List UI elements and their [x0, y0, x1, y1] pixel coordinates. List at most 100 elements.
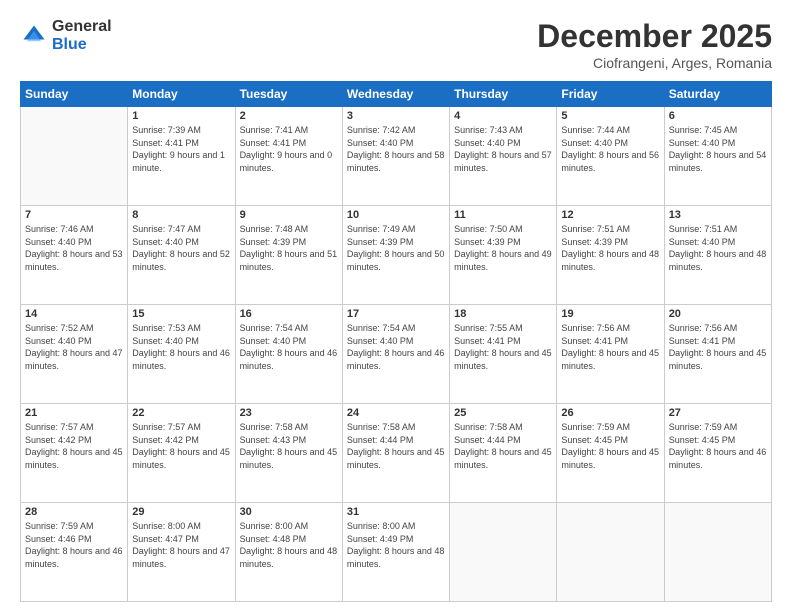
day-detail: Sunrise: 7:48 AMSunset: 4:39 PMDaylight:…	[240, 223, 338, 273]
calendar-cell	[557, 503, 664, 602]
day-detail: Sunrise: 7:57 AMSunset: 4:42 PMDaylight:…	[25, 421, 123, 471]
calendar-cell: 3Sunrise: 7:42 AMSunset: 4:40 PMDaylight…	[342, 107, 449, 206]
col-saturday: Saturday	[664, 82, 771, 107]
day-number: 22	[132, 407, 230, 419]
daylight: Daylight: 8 hours and 45 minutes.	[25, 446, 123, 471]
calendar-header-row: Sunday Monday Tuesday Wednesday Thursday…	[21, 82, 772, 107]
day-detail: Sunrise: 7:44 AMSunset: 4:40 PMDaylight:…	[561, 124, 659, 174]
calendar-cell: 25Sunrise: 7:58 AMSunset: 4:44 PMDayligh…	[450, 404, 557, 503]
day-detail: Sunrise: 7:54 AMSunset: 4:40 PMDaylight:…	[240, 322, 338, 372]
calendar-cell: 9 Sunrise: 7:48 AMSunset: 4:39 PMDaylight…	[235, 206, 342, 305]
day-detail: Sunrise: 8:00 AMSunset: 4:47 PMDaylight:…	[132, 520, 230, 570]
day-detail: Sunrise: 8:00 AMSunset: 4:49 PMDaylight:…	[347, 520, 445, 570]
daylight: Daylight: 8 hours and 48 minutes.	[347, 545, 445, 570]
col-sunday: Sunday	[21, 82, 128, 107]
sunrise: Sunrise: 7:42 AM	[347, 124, 445, 137]
sunset: Sunset: 4:41 PM	[669, 335, 767, 348]
sunset: Sunset: 4:40 PM	[25, 335, 123, 348]
sunrise: Sunrise: 8:00 AM	[132, 520, 230, 533]
day-number: 18	[454, 308, 552, 320]
day-number: 23	[240, 407, 338, 419]
sunset: Sunset: 4:39 PM	[240, 236, 338, 249]
day-number: 20	[669, 308, 767, 320]
sunset: Sunset: 4:44 PM	[347, 434, 445, 447]
day-detail: Sunrise: 7:47 AMSunset: 4:40 PMDaylight:…	[132, 223, 230, 273]
daylight: Daylight: 8 hours and 54 minutes.	[669, 149, 767, 174]
month-title: December 2025	[537, 18, 772, 55]
day-detail: Sunrise: 7:45 AMSunset: 4:40 PMDaylight:…	[669, 124, 767, 174]
daylight: Daylight: 8 hours and 45 minutes.	[132, 446, 230, 471]
day-number: 29	[132, 506, 230, 518]
daylight: Daylight: 9 hours and 1 minute.	[132, 149, 230, 174]
daylight: Daylight: 8 hours and 53 minutes.	[25, 248, 123, 273]
daylight: Daylight: 8 hours and 45 minutes.	[561, 347, 659, 372]
calendar-cell: 30Sunrise: 8:00 AMSunset: 4:48 PMDayligh…	[235, 503, 342, 602]
day-number: 2	[240, 110, 338, 122]
sunrise: Sunrise: 7:57 AM	[132, 421, 230, 434]
daylight: Daylight: 8 hours and 46 minutes.	[240, 347, 338, 372]
daylight: Daylight: 8 hours and 45 minutes.	[454, 446, 552, 471]
day-detail: Sunrise: 7:43 AMSunset: 4:40 PMDaylight:…	[454, 124, 552, 174]
sunset: Sunset: 4:40 PM	[669, 137, 767, 150]
day-number: 3	[347, 110, 445, 122]
sunrise: Sunrise: 7:58 AM	[454, 421, 552, 434]
daylight: Daylight: 8 hours and 49 minutes.	[454, 248, 552, 273]
daylight: Daylight: 8 hours and 45 minutes.	[240, 446, 338, 471]
day-number: 14	[25, 308, 123, 320]
daylight: Daylight: 8 hours and 48 minutes.	[669, 248, 767, 273]
sunset: Sunset: 4:46 PM	[25, 533, 123, 546]
calendar-cell: 7Sunrise: 7:46 AMSunset: 4:40 PMDaylight…	[21, 206, 128, 305]
sunrise: Sunrise: 7:59 AM	[561, 421, 659, 434]
col-tuesday: Tuesday	[235, 82, 342, 107]
sunset: Sunset: 4:45 PM	[561, 434, 659, 447]
sunrise: Sunrise: 7:53 AM	[132, 322, 230, 335]
calendar-cell: 12 Sunrise: 7:51 AMSunset: 4:39 PMDayligh…	[557, 206, 664, 305]
calendar-cell: 10Sunrise: 7:49 AMSunset: 4:39 PMDayligh…	[342, 206, 449, 305]
calendar-cell: 11 Sunrise: 7:50 AMSunset: 4:39 PMDayligh…	[450, 206, 557, 305]
calendar-week-row: 7Sunrise: 7:46 AMSunset: 4:40 PMDaylight…	[21, 206, 772, 305]
sunset: Sunset: 4:40 PM	[347, 137, 445, 150]
sunset: Sunset: 4:42 PM	[132, 434, 230, 447]
day-detail: Sunrise: 7:56 AMSunset: 4:41 PMDaylight:…	[561, 322, 659, 372]
day-number: 11	[454, 209, 552, 221]
day-number: 5	[561, 110, 659, 122]
sunset: Sunset: 4:42 PM	[25, 434, 123, 447]
sunset: Sunset: 4:48 PM	[240, 533, 338, 546]
calendar-cell: 29 Sunrise: 8:00 AMSunset: 4:47 PMDayligh…	[128, 503, 235, 602]
calendar-cell: 18Sunrise: 7:55 AMSunset: 4:41 PMDayligh…	[450, 305, 557, 404]
sunrise: Sunrise: 7:54 AM	[240, 322, 338, 335]
sunset: Sunset: 4:40 PM	[25, 236, 123, 249]
sunset: Sunset: 4:40 PM	[561, 137, 659, 150]
day-number: 8	[132, 209, 230, 221]
calendar-cell	[664, 503, 771, 602]
sunrise: Sunrise: 7:52 AM	[25, 322, 123, 335]
sunrise: Sunrise: 7:57 AM	[25, 421, 123, 434]
sunrise: Sunrise: 7:55 AM	[454, 322, 552, 335]
calendar-cell: 1Sunrise: 7:39 AMSunset: 4:41 PMDaylight…	[128, 107, 235, 206]
daylight: Daylight: 8 hours and 51 minutes.	[240, 248, 338, 273]
day-detail: Sunrise: 7:51 AMSunset: 4:39 PMDaylight:…	[561, 223, 659, 273]
calendar-table: Sunday Monday Tuesday Wednesday Thursday…	[20, 81, 772, 602]
day-detail: Sunrise: 7:59 AMSunset: 4:46 PMDaylight:…	[25, 520, 123, 570]
sunrise: Sunrise: 7:59 AM	[669, 421, 767, 434]
calendar-cell: 15Sunrise: 7:53 AMSunset: 4:40 PMDayligh…	[128, 305, 235, 404]
sunset: Sunset: 4:39 PM	[454, 236, 552, 249]
calendar-cell: 5 Sunrise: 7:44 AMSunset: 4:40 PMDaylight…	[557, 107, 664, 206]
daylight: Daylight: 8 hours and 48 minutes.	[240, 545, 338, 570]
calendar-cell: 24Sunrise: 7:58 AMSunset: 4:44 PMDayligh…	[342, 404, 449, 503]
sunrise: Sunrise: 7:59 AM	[25, 520, 123, 533]
calendar-cell: 2Sunrise: 7:41 AMSunset: 4:41 PMDaylight…	[235, 107, 342, 206]
sunrise: Sunrise: 7:56 AM	[669, 322, 767, 335]
day-detail: Sunrise: 7:57 AMSunset: 4:42 PMDaylight:…	[132, 421, 230, 471]
day-number: 6	[669, 110, 767, 122]
sunrise: Sunrise: 7:50 AM	[454, 223, 552, 236]
header: General Blue December 2025 Ciofrangeni, …	[20, 18, 772, 71]
day-number: 12	[561, 209, 659, 221]
day-number: 9	[240, 209, 338, 221]
day-number: 7	[25, 209, 123, 221]
location: Ciofrangeni, Arges, Romania	[537, 55, 772, 71]
calendar-cell: 20Sunrise: 7:56 AMSunset: 4:41 PMDayligh…	[664, 305, 771, 404]
day-detail: Sunrise: 7:58 AMSunset: 4:44 PMDaylight:…	[454, 421, 552, 471]
calendar-week-row: 28Sunrise: 7:59 AMSunset: 4:46 PMDayligh…	[21, 503, 772, 602]
calendar-week-row: 14 Sunrise: 7:52 AMSunset: 4:40 PM Dayligh…	[21, 305, 772, 404]
